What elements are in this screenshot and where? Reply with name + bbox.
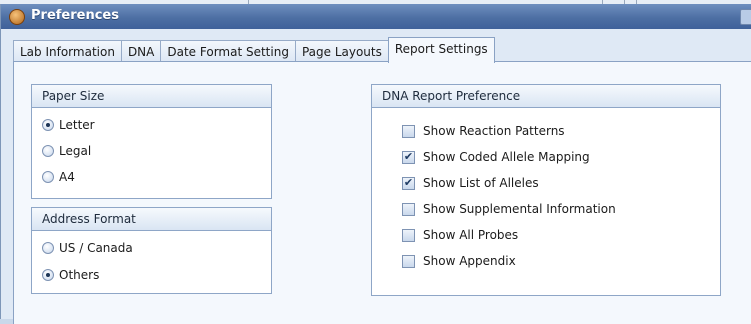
paper-size-header: Paper Size [32, 85, 271, 108]
checkbox-show-reaction-patterns[interactable]: Show Reaction Patterns [402, 123, 565, 139]
checkbox-label: Show List of Alleles [423, 176, 539, 190]
radio-button-icon[interactable] [42, 269, 54, 281]
checkbox-icon[interactable] [402, 254, 415, 268]
checkbox-label: Show Coded Allele Mapping [423, 150, 590, 164]
radio-label: US / Canada [59, 241, 133, 255]
window-title: Preferences [31, 8, 119, 23]
app-icon [9, 9, 25, 25]
checkbox-show-appendix[interactable]: Show Appendix [402, 253, 516, 269]
radio-button-icon[interactable] [42, 119, 54, 131]
tab-report-settings[interactable]: Report Settings [387, 37, 495, 63]
dna-report-preference-header: DNA Report Preference [372, 85, 720, 108]
checkbox-label: Show Appendix [423, 254, 516, 268]
preferences-dialog: Preferences Lab Information DNA Date For… [0, 4, 751, 324]
radio-a4[interactable]: A4 [42, 169, 75, 185]
tab-lab-information[interactable]: Lab Information [13, 40, 122, 63]
tab-page-layouts[interactable]: Page Layouts [294, 40, 389, 63]
radio-button-icon[interactable] [42, 171, 54, 183]
checkbox-label: Show All Probes [423, 228, 519, 242]
checkbox-icon[interactable] [402, 124, 415, 138]
address-format-header: Address Format [32, 208, 271, 231]
checkbox-checked-icon[interactable]: ✔ [402, 176, 415, 190]
radio-button-icon[interactable] [42, 242, 54, 254]
radio-letter[interactable]: Letter [42, 117, 95, 133]
checkbox-show-supplemental-information[interactable]: Show Supplemental Information [402, 201, 616, 217]
radio-label: Legal [59, 144, 92, 158]
checkbox-label: Show Supplemental Information [423, 202, 616, 216]
checkbox-show-list-of-alleles[interactable]: ✔ Show List of Alleles [402, 175, 539, 191]
tab-strip: Lab Information DNA Date Format Setting … [13, 37, 495, 63]
tab-dna[interactable]: DNA [120, 40, 162, 63]
checkbox-show-coded-allele-mapping[interactable]: ✔ Show Coded Allele Mapping [402, 149, 590, 165]
radio-button-icon[interactable] [42, 145, 54, 157]
checkbox-checked-icon[interactable]: ✔ [402, 150, 415, 164]
tab-date-format-setting[interactable]: Date Format Setting [160, 40, 296, 63]
checkbox-icon[interactable] [402, 202, 415, 216]
radio-legal[interactable]: Legal [42, 143, 91, 159]
paper-size-group: Paper Size Letter Legal A4 [31, 84, 272, 199]
checkbox-label: Show Reaction Patterns [423, 124, 565, 138]
radio-us-canada[interactable]: US / Canada [42, 240, 133, 256]
report-settings-page: Paper Size Letter Legal A4 Address Forma… [13, 61, 751, 324]
radio-label: A4 [59, 170, 75, 184]
title-bar[interactable]: Preferences [1, 4, 751, 29]
checkbox-icon[interactable] [402, 228, 415, 242]
radio-label: Letter [59, 118, 95, 132]
checkbox-show-all-probes[interactable]: Show All Probes [402, 227, 518, 243]
address-format-group: Address Format US / Canada Others [31, 207, 272, 294]
close-icon[interactable] [740, 9, 751, 25]
dna-report-preference-group: DNA Report Preference Show Reaction Patt… [371, 84, 721, 296]
radio-others[interactable]: Others [42, 267, 99, 283]
radio-label: Others [59, 268, 100, 282]
